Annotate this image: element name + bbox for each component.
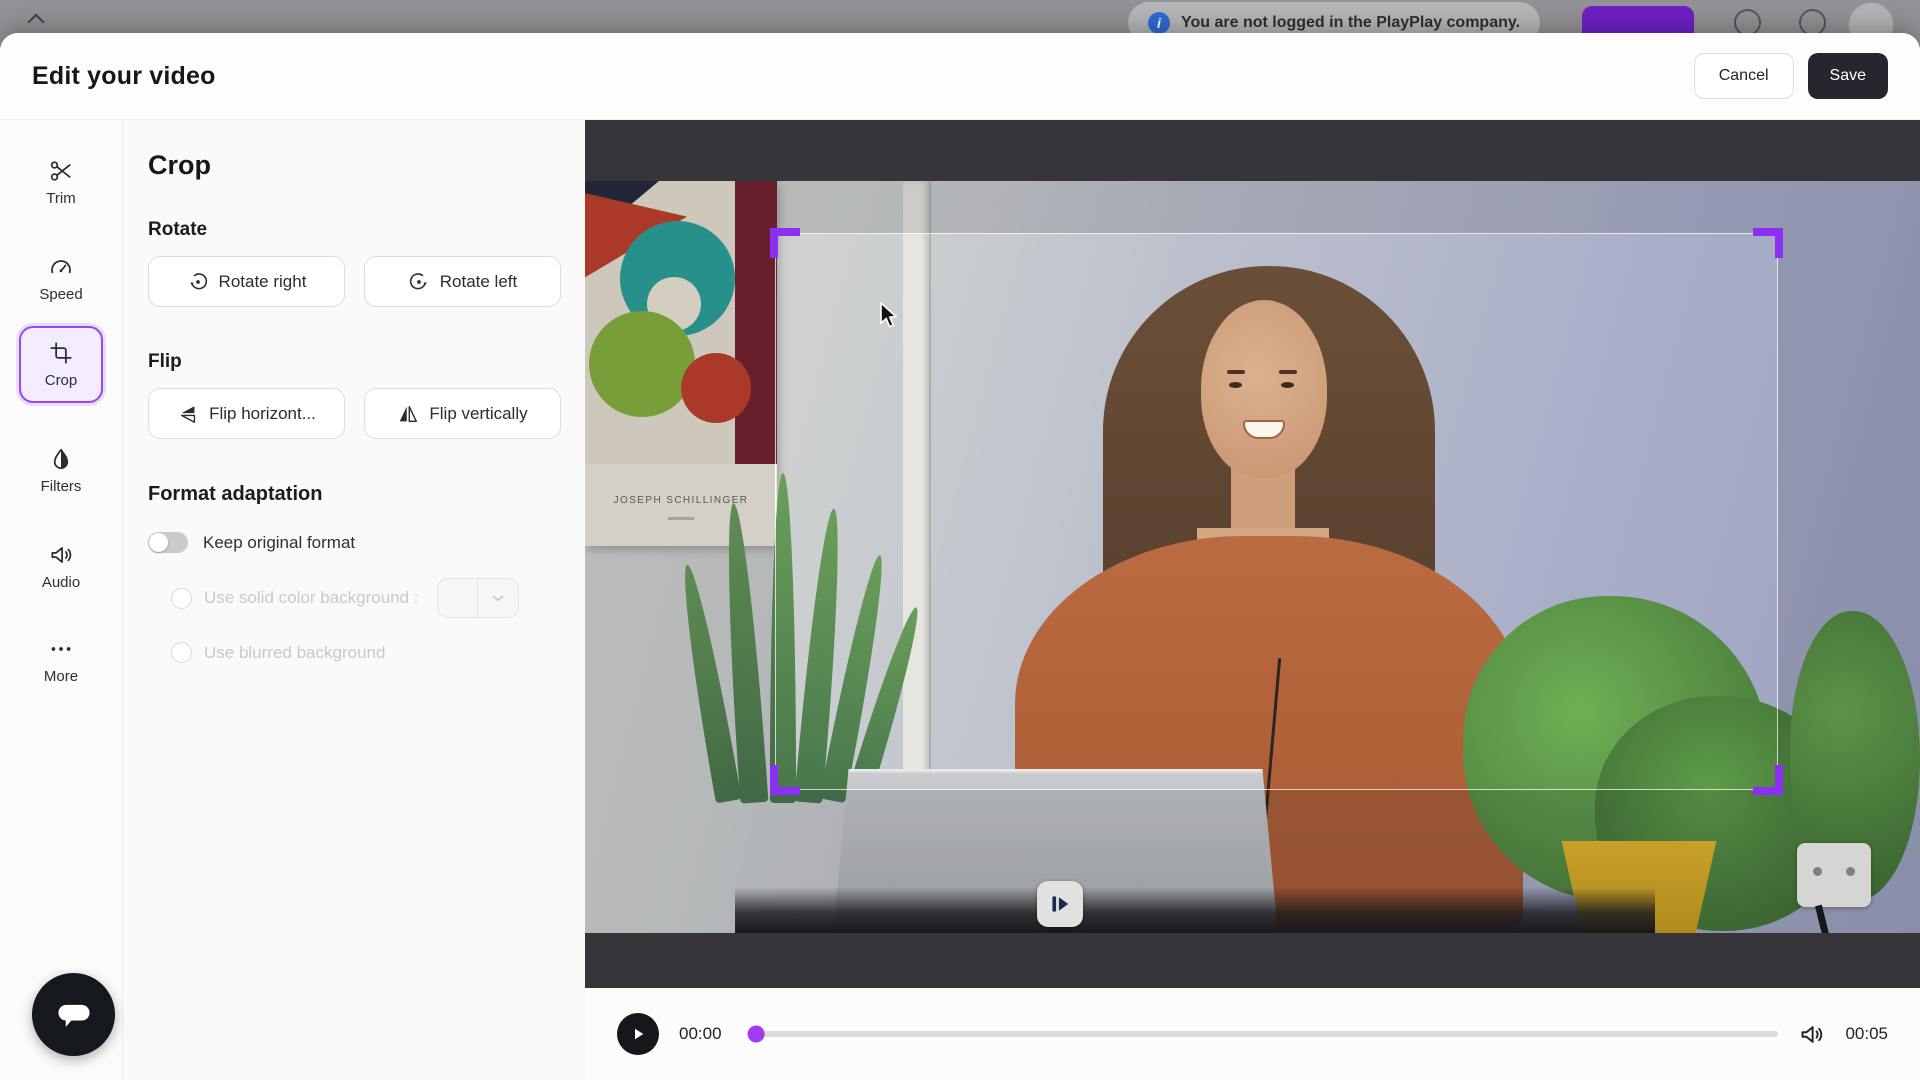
crop-icon: [48, 340, 74, 366]
current-time: 00:00: [679, 1024, 731, 1044]
rotate-right-label: Rotate right: [219, 272, 307, 292]
player-bar: 00:00 00:05: [585, 988, 1920, 1080]
sidebar-item-audio[interactable]: Audio: [19, 534, 103, 599]
notifications-icon: [1799, 9, 1826, 36]
sidebar-item-label: Audio: [42, 574, 80, 591]
flip-buttons: Flip horizont... Flip vertically: [148, 388, 585, 439]
flip-vertical-label: Flip vertically: [429, 404, 527, 424]
backdrop-caret-icon: [28, 14, 45, 31]
blurred-background-label: Use blurred background: [204, 643, 385, 663]
solid-color-background-option: Use solid color background :: [171, 578, 585, 618]
toggle-knob: [149, 533, 168, 552]
sidebar-item-label: More: [44, 668, 78, 685]
ellipsis-icon: [48, 636, 74, 662]
sidebar-item-speed[interactable]: Speed: [19, 246, 103, 311]
sidebar-item-crop[interactable]: Crop: [19, 326, 103, 403]
mouse-cursor: [879, 302, 903, 330]
crop-handle-top-left[interactable]: [770, 228, 800, 258]
sidebar-item-trim[interactable]: Trim: [19, 150, 103, 215]
playplay-logo-icon: [1047, 891, 1073, 917]
speaker-icon: [48, 542, 74, 568]
sidebar-item-label: Speed: [39, 286, 82, 303]
rotate-left-button[interactable]: Rotate left: [364, 256, 561, 307]
playplay-logo-badge: [1037, 881, 1083, 927]
rotate-buttons: Rotate right Rotate left: [148, 256, 585, 307]
play-icon: [629, 1025, 647, 1043]
info-icon: i: [1148, 12, 1170, 34]
video-preview-column: JOSEPH SCHILLINGER: [585, 120, 1920, 1080]
blurred-background-radio[interactable]: [171, 642, 192, 663]
chevron-down-icon: [478, 579, 518, 617]
wall-socket: [1797, 843, 1871, 907]
flip-vertical-icon: [397, 403, 419, 425]
panel-heading: Crop: [148, 150, 585, 181]
flip-heading: Flip: [148, 351, 585, 373]
notification-text: You are not logged in the PlayPlay compa…: [1181, 14, 1520, 32]
cancel-button[interactable]: Cancel: [1694, 53, 1794, 99]
color-swatch: [438, 579, 478, 617]
modal-header: Edit your video Cancel Save: [0, 33, 1920, 120]
seek-bar[interactable]: [751, 1031, 1778, 1037]
tool-rail: Trim Speed: [0, 120, 123, 1080]
crop-handle-top-right[interactable]: [1753, 228, 1783, 258]
color-dropdown[interactable]: [437, 578, 519, 618]
crop-handle-bottom-right[interactable]: [1753, 765, 1783, 795]
rotate-left-label: Rotate left: [440, 272, 518, 292]
solid-color-radio[interactable]: [171, 588, 192, 609]
desk-shadow: [735, 887, 1655, 933]
sidebar-item-label: Trim: [46, 190, 75, 207]
format-adaptation-heading: Format adaptation: [148, 483, 585, 506]
poster-artwork: [585, 181, 777, 464]
video-stage: JOSEPH SCHILLINGER: [585, 120, 1920, 988]
header-actions: Cancel Save: [1694, 53, 1888, 99]
keep-original-format-toggle[interactable]: [148, 532, 188, 553]
keep-original-format-label: Keep original format: [203, 533, 355, 553]
sidebar-item-more[interactable]: More: [19, 628, 103, 693]
flip-vertical-button[interactable]: Flip vertically: [364, 388, 561, 439]
crop-selection[interactable]: [775, 233, 1778, 790]
sidebar-item-label: Filters: [41, 478, 82, 495]
rotate-heading: Rotate: [148, 219, 585, 241]
screen: i You are not logged in the PlayPlay com…: [0, 0, 1920, 1080]
flip-horizontal-label: Flip horizont...: [209, 404, 316, 424]
rotate-left-icon: [408, 271, 430, 293]
blurred-background-option: Use blurred background: [171, 642, 585, 663]
scissors-icon: [48, 158, 74, 184]
volume-icon[interactable]: [1798, 1021, 1825, 1048]
crop-handle-bottom-left[interactable]: [770, 765, 800, 795]
play-button[interactable]: [617, 1013, 659, 1055]
sidebar-item-filters[interactable]: Filters: [19, 438, 103, 503]
solid-color-label: Use solid color background :: [204, 588, 419, 608]
chat-launcher-button[interactable]: [32, 973, 115, 1056]
sidebar-item-label: Crop: [45, 372, 78, 389]
speedometer-icon: [48, 254, 74, 280]
save-button[interactable]: Save: [1808, 53, 1888, 99]
flip-horizontal-icon: [177, 403, 199, 425]
help-icon: [1734, 9, 1761, 36]
page-title: Edit your video: [32, 62, 216, 91]
edit-video-modal: Edit your video Cancel Save Trim: [0, 33, 1920, 1080]
chat-bubble-icon: [52, 993, 96, 1037]
modal-body: Trim Speed: [0, 120, 1920, 1080]
flip-horizontal-button[interactable]: Flip horizont...: [148, 388, 345, 439]
crop-panel: Crop Rotate Rotate right: [123, 120, 585, 1080]
rotate-right-button[interactable]: Rotate right: [148, 256, 345, 307]
rotate-right-icon: [187, 271, 209, 293]
keep-original-format-toggle-row: Keep original format: [148, 532, 585, 553]
filter-drop-icon: [48, 446, 74, 472]
duration: 00:05: [1845, 1024, 1888, 1044]
power-cable: [1815, 905, 1830, 933]
progress-handle[interactable]: [748, 1026, 765, 1043]
